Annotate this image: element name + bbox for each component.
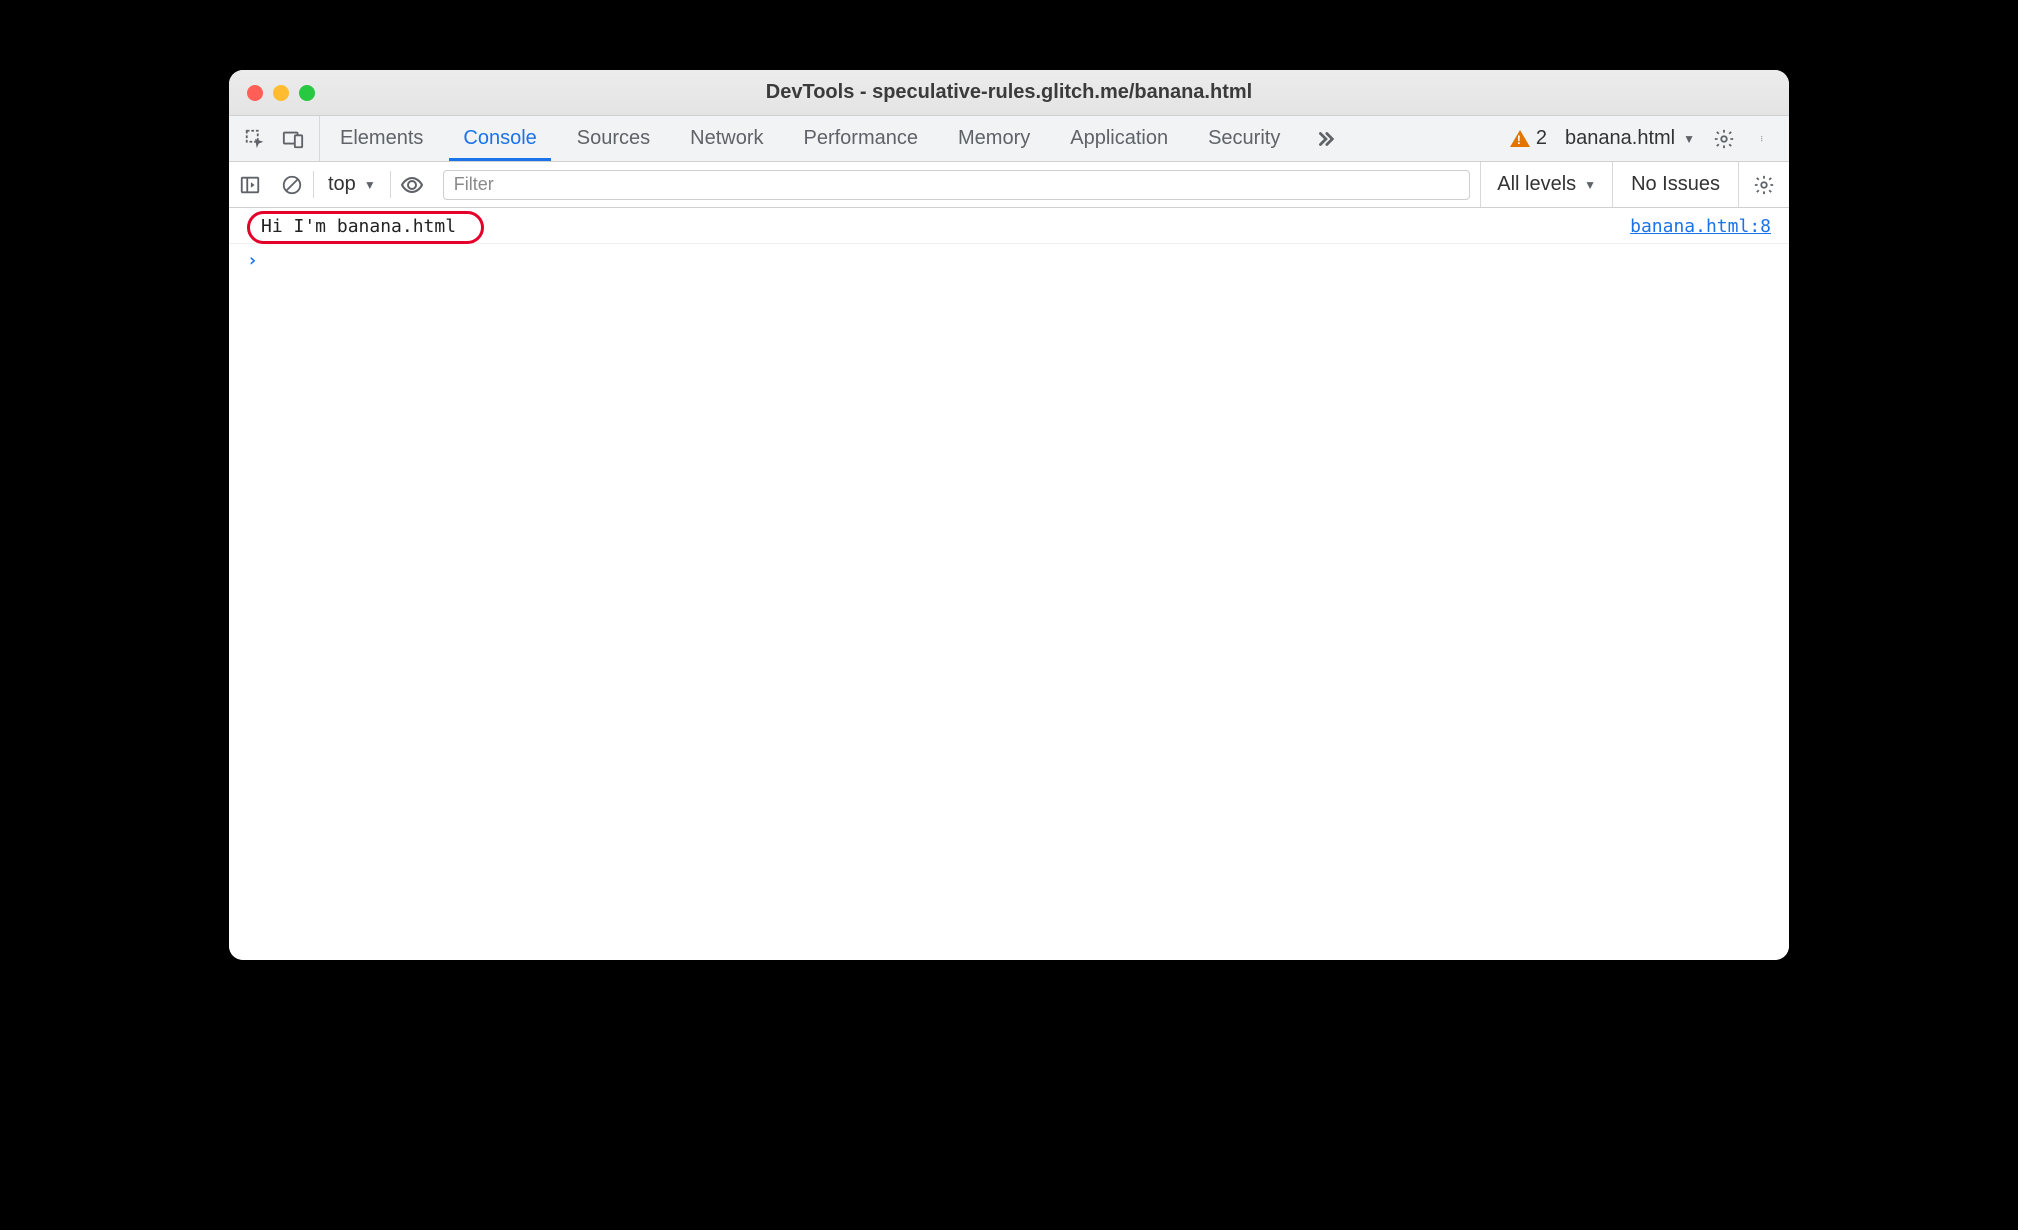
tab-security[interactable]: Security — [1188, 116, 1300, 161]
warnings-badge[interactable]: 2 — [1510, 127, 1547, 150]
settings-icon[interactable] — [1713, 128, 1735, 150]
console-log-row: Hi I'm banana.html Hi I'm banana.html ba… — [229, 208, 1789, 244]
titlebar: DevTools - speculative-rules.glitch.me/b… — [229, 70, 1789, 116]
tab-memory[interactable]: Memory — [938, 116, 1050, 161]
traffic-lights — [247, 85, 315, 101]
console-body: Hi I'm banana.html Hi I'm banana.html ba… — [229, 208, 1789, 960]
window-title: DevTools - speculative-rules.glitch.me/b… — [766, 81, 1252, 104]
issues-label: No Issues — [1631, 173, 1720, 196]
tab-network[interactable]: Network — [670, 116, 783, 161]
devtools-window: DevTools - speculative-rules.glitch.me/b… — [229, 70, 1789, 960]
log-levels-selector[interactable]: All levels ▼ — [1480, 162, 1612, 207]
warnings-count: 2 — [1536, 127, 1547, 150]
device-toolbar-icon[interactable] — [281, 127, 305, 151]
tab-sources[interactable]: Sources — [557, 116, 670, 161]
target-selector[interactable]: banana.html ▼ — [1565, 127, 1695, 150]
minimize-window-button[interactable] — [273, 85, 289, 101]
live-expression-icon[interactable] — [391, 162, 433, 207]
close-window-button[interactable] — [247, 85, 263, 101]
console-prompt[interactable]: › — [229, 244, 1789, 277]
levels-label: All levels — [1497, 173, 1576, 196]
inspect-element-icon[interactable] — [243, 127, 267, 151]
log-message: Hi I'm banana.html — [261, 216, 456, 237]
console-toolbar: top ▼ All levels ▼ No Issues — [229, 162, 1789, 208]
tabstrip-right: 2 banana.html ▼ — [1496, 116, 1789, 161]
context-selector[interactable]: top ▼ — [314, 173, 390, 196]
issues-button[interactable]: No Issues — [1612, 162, 1738, 207]
filter-input[interactable] — [443, 170, 1471, 200]
tab-performance[interactable]: Performance — [784, 116, 939, 161]
inspect-controls — [229, 116, 320, 161]
log-source-link[interactable]: banana.html:8 — [1630, 216, 1771, 237]
clear-console-icon[interactable] — [271, 162, 313, 207]
tab-elements[interactable]: Elements — [320, 116, 443, 161]
chevron-down-icon: ▼ — [364, 178, 376, 192]
console-settings-icon[interactable] — [1738, 162, 1789, 207]
context-label: top — [328, 173, 356, 196]
zoom-window-button[interactable] — [299, 85, 315, 101]
tab-console[interactable]: Console — [443, 116, 556, 161]
toggle-sidebar-icon[interactable] — [229, 162, 271, 207]
panel-tabstrip: Elements Console Sources Network Perform… — [229, 116, 1789, 162]
tab-application[interactable]: Application — [1050, 116, 1188, 161]
prompt-caret-icon: › — [247, 250, 258, 271]
chevron-down-icon: ▼ — [1584, 178, 1596, 192]
warning-icon — [1510, 130, 1530, 147]
more-tabs-button[interactable] — [1300, 116, 1350, 161]
panel-tabs: Elements Console Sources Network Perform… — [320, 116, 1300, 161]
more-options-icon[interactable] — [1753, 128, 1775, 150]
chevron-down-icon: ▼ — [1683, 132, 1695, 146]
target-label: banana.html — [1565, 127, 1675, 150]
